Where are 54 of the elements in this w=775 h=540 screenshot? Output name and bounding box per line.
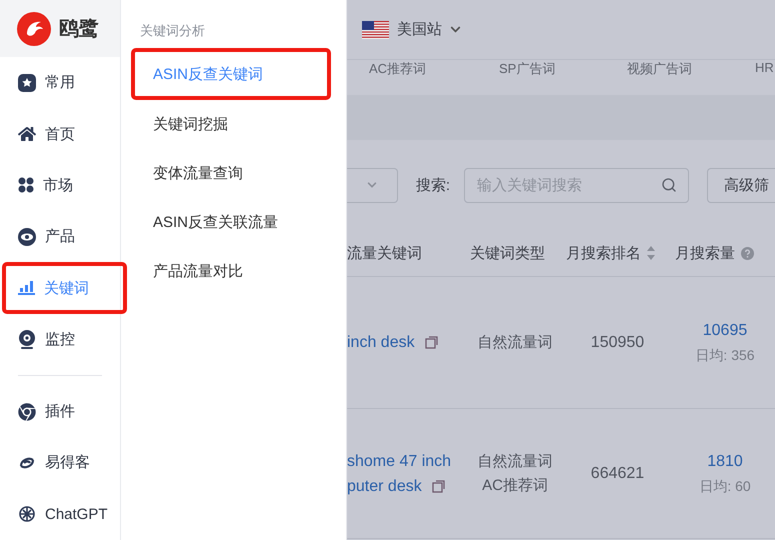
search-volume[interactable]: 1810 — [707, 450, 743, 474]
four-dots-icon — [18, 177, 34, 194]
keyword-type: AC推荐词 — [482, 476, 548, 496]
chevron-down-icon[interactable] — [450, 24, 461, 35]
help-icon[interactable] — [741, 246, 754, 260]
chrome-icon — [18, 402, 36, 421]
daily-average: 日均: 356 — [695, 346, 755, 364]
copy-icon[interactable] — [432, 480, 445, 492]
search-rank: 150950 — [590, 332, 644, 352]
column-header: 关键词类型 — [470, 244, 546, 262]
submenu-item[interactable]: 产品流量对比 — [131, 247, 331, 296]
advanced-filter-button[interactable]: 高级筛 — [706, 168, 775, 202]
eagle-logo-icon — [17, 12, 51, 46]
keyword-link[interactable]: shome 47 inch — [347, 448, 452, 474]
chevron-down-icon — [366, 180, 377, 190]
submenu-item[interactable]: 关键词挖掘 — [131, 100, 331, 149]
webcam-icon — [18, 330, 36, 349]
search-icon[interactable] — [660, 176, 677, 192]
keyword-type: 自然流量词 — [478, 452, 552, 472]
logo-text: 鸥鹭 — [59, 17, 99, 42]
nav-item[interactable]: 插件 — [0, 386, 120, 438]
search-label: 搜索: — [416, 176, 450, 194]
tab[interactable]: HR — [733, 60, 775, 75]
submenu-heading: 关键词分析 — [139, 22, 206, 40]
tab[interactable]: AC推荐词 — [347, 60, 477, 78]
nav-item[interactable]: 关键词 — [2, 262, 127, 314]
nav-item[interactable]: ChatGPT — [0, 488, 120, 540]
submenu-item[interactable]: ASIN反查关键词 — [131, 48, 331, 100]
daily-average: 日均: 60 — [699, 476, 751, 496]
nav-item[interactable]: 易得客 — [0, 437, 120, 489]
column-header: 月搜索量 — [675, 244, 775, 262]
nav-item[interactable]: 市场 — [0, 160, 120, 212]
keyword-type: 自然流量词 — [478, 332, 552, 352]
bar-chart-icon — [18, 281, 35, 295]
column-header[interactable]: 月搜索排名 — [560, 244, 675, 262]
submenu-item[interactable]: ASIN反查关联流量 — [131, 198, 331, 247]
search-rank: 664621 — [590, 464, 644, 484]
flag-icon — [362, 20, 389, 38]
nav-item[interactable]: 常用 — [0, 57, 120, 108]
site-selector[interactable]: 美国站 — [397, 20, 442, 39]
copy-icon[interactable] — [424, 336, 438, 349]
nav-item[interactable]: 产品 — [0, 211, 120, 262]
submenu-item[interactable]: 变体流量查询 — [131, 149, 331, 198]
column-header: 流量关键词 — [347, 244, 423, 262]
tab[interactable]: 视频广告词 — [605, 60, 733, 78]
sort-icon[interactable] — [647, 246, 655, 260]
keyword-link[interactable]: inch desk — [347, 330, 415, 355]
tab[interactable]: SP广告词 — [477, 60, 605, 78]
keyword-link[interactable]: puter desk — [347, 474, 422, 498]
home-icon — [18, 125, 36, 144]
search-volume[interactable]: 10695 — [702, 318, 748, 342]
eye-icon — [18, 228, 36, 246]
nav-item[interactable]: 监控 — [0, 314, 120, 365]
nav-item[interactable]: 首页 — [0, 108, 120, 160]
